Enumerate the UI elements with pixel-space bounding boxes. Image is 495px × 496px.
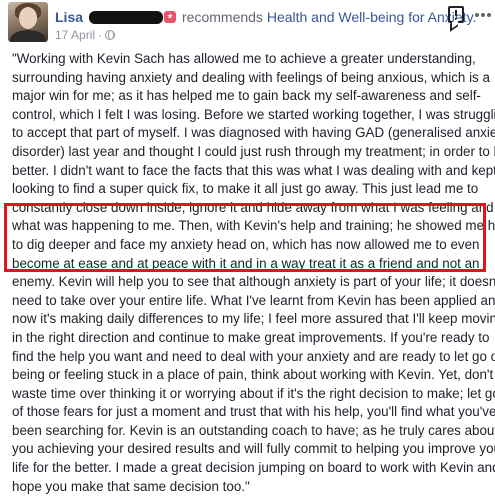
- post-body: "Working with Kevin Sach has allowed me …: [12, 50, 495, 496]
- globe-icon[interactable]: [105, 30, 116, 40]
- post-body-line: control, which I felt I was losing. Befo…: [12, 106, 495, 122]
- page-name-link[interactable]: Health and Well-being for Anxiety.: [267, 9, 477, 25]
- post-body-line: life for the better. I made a great deci…: [12, 460, 495, 476]
- avatar[interactable]: [8, 2, 48, 42]
- post-body-line: find the help you want and need to deal …: [12, 348, 495, 364]
- redacted-surname: [89, 11, 164, 24]
- more-dot: [475, 13, 479, 17]
- post-body-line: "Working with Kevin Sach has allowed me …: [12, 51, 476, 66]
- meta-separator: ·: [98, 28, 103, 42]
- author-name[interactable]: Lisa: [55, 9, 83, 25]
- post-body-line: better. I didn't want to face the facts …: [12, 162, 495, 178]
- post-body-line: need to take over your entire life. What…: [12, 292, 495, 308]
- more-dot: [487, 13, 491, 17]
- recommendation-star-icon: [164, 11, 177, 23]
- post-date[interactable]: 17 April: [55, 28, 95, 42]
- post-body-line: what was happening to me. Then, with Kev…: [12, 218, 495, 234]
- post-body-line: constantly close down inside, ignore it …: [12, 199, 494, 215]
- post-body-line: disorder) last year and thought I could …: [12, 143, 495, 159]
- post-body-line: hope you make that same decision too.": [12, 478, 250, 494]
- post-body-line: looking to find a super quick fix, to ma…: [12, 181, 479, 197]
- post-body-line: to dig deeper and face my anxiety head o…: [12, 236, 480, 252]
- recommendation-text: recommends: [182, 9, 263, 25]
- post-body-line: of those fears for just a moment and tru…: [12, 404, 495, 420]
- more-dot: [481, 13, 485, 17]
- recommendation-post: Lisa recommends Health and Well-being for…: [0, 0, 495, 494]
- post-title-line: Lisa recommends Health and Well-being for…: [55, 8, 476, 26]
- avatar-shoulders: [10, 30, 46, 42]
- post-body-line: been searching for. Kevin is an outstand…: [12, 422, 495, 438]
- post-body-line: now it's making daily differences to my …: [12, 311, 495, 327]
- post-body-line: become at ease and at peace with it and …: [12, 255, 480, 271]
- avatar-face: [19, 7, 37, 29]
- post-body-line: being or feeling stuck in a place of pai…: [12, 367, 494, 383]
- post-body-line: to accept that part of myself. I was dia…: [12, 125, 495, 141]
- post-body-line: enemy. Kevin will help you to see that a…: [12, 274, 495, 290]
- post-body-line: you achieving your desired results and w…: [12, 441, 495, 457]
- post-header: Lisa recommends Health and Well-being for…: [0, 0, 495, 46]
- post-meta: 17 April ·: [55, 28, 116, 42]
- post-body-line: major win for me; as it has helped me to…: [12, 88, 481, 104]
- post-body-line: surrounding having anxiety and dealing w…: [12, 69, 490, 85]
- more-options-icon[interactable]: [475, 8, 491, 22]
- post-body-line: in the right direction and continue to m…: [12, 329, 490, 345]
- post-body-line: waste time over thinking it or worrying …: [12, 385, 495, 401]
